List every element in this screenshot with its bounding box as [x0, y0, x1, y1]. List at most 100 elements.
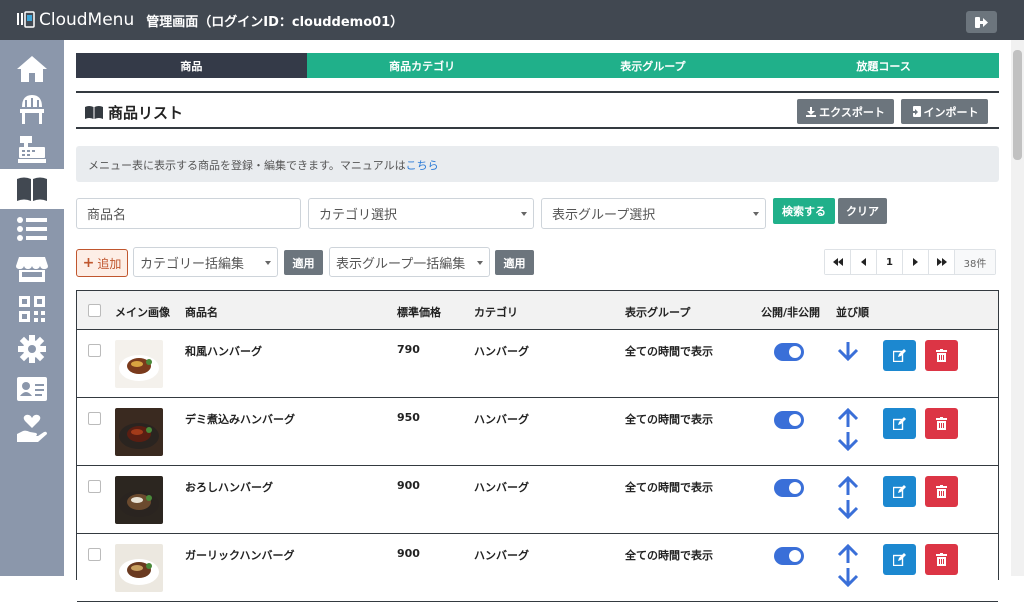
import-button[interactable]: インポート	[901, 99, 988, 124]
page-scrollbar[interactable]	[1011, 40, 1024, 576]
apply-label: 適用	[503, 256, 526, 270]
edit-button[interactable]	[883, 476, 916, 507]
qr-icon	[19, 296, 45, 322]
sidebar-item-seats[interactable]	[0, 89, 64, 129]
tab-product-category[interactable]: 商品カテゴリ	[306, 53, 538, 78]
search-button[interactable]: 検索する	[773, 198, 835, 224]
category-apply-button[interactable]: 適用	[284, 250, 323, 275]
export-button[interactable]: エクスポート	[797, 99, 894, 124]
sidebar-item-qr[interactable]	[0, 289, 64, 329]
public-toggle[interactable]	[774, 547, 804, 565]
arrow-down-icon[interactable]	[837, 341, 859, 362]
add-button[interactable]: + 追加	[76, 249, 128, 277]
public-toggle[interactable]	[774, 411, 804, 429]
sidebar-item-store[interactable]	[0, 249, 64, 289]
product-name: デミ煮込みハンバーグ	[185, 413, 295, 426]
row-checkbox[interactable]	[88, 412, 101, 425]
group-apply-button[interactable]: 適用	[495, 250, 534, 275]
public-toggle[interactable]	[774, 343, 804, 361]
category-select[interactable]: カテゴリ選択	[308, 198, 534, 229]
scrollbar-thumb[interactable]	[1013, 50, 1022, 160]
delete-button[interactable]	[925, 340, 958, 371]
product-group: 全ての時間で表示	[625, 549, 713, 562]
add-label: 追加	[97, 256, 122, 271]
next-page-button[interactable]	[903, 250, 929, 274]
product-name-placeholder: 商品名	[87, 208, 127, 223]
group-bulk-select[interactable]: 表示グループ一括編集	[329, 247, 490, 277]
product-image	[115, 340, 163, 388]
book-icon	[85, 106, 103, 119]
delete-button[interactable]	[925, 476, 958, 507]
pagination: 1 38件	[824, 249, 996, 275]
chevron-down-icon	[477, 261, 483, 265]
tab-display-group[interactable]: 表示グループ	[537, 53, 769, 78]
edit-button[interactable]	[883, 408, 916, 439]
sidebar-item-menu[interactable]	[0, 169, 64, 209]
tab-all-you-can-course[interactable]: 放題コース	[768, 53, 999, 78]
last-page-button[interactable]	[929, 250, 955, 274]
page-title: 商品リスト	[84, 102, 183, 123]
item-count: 38件	[955, 250, 995, 274]
home-icon	[17, 56, 47, 82]
double-left-icon	[832, 258, 843, 266]
product-group: 全ての時間で表示	[625, 413, 713, 426]
arrow-up-icon[interactable]	[837, 475, 859, 496]
trash-icon	[936, 485, 947, 498]
product-image	[115, 408, 163, 456]
arrow-down-icon[interactable]	[837, 431, 859, 452]
book-icon	[17, 177, 47, 201]
import-label: インポート	[923, 105, 979, 119]
row-checkbox[interactable]	[88, 480, 101, 493]
export-label: エクスポート	[819, 105, 885, 119]
product-name: ガーリックハンバーグ	[185, 549, 295, 562]
public-toggle[interactable]	[774, 479, 804, 497]
sidebar-item-list[interactable]	[0, 209, 64, 249]
prev-page-button[interactable]	[851, 250, 877, 274]
arrow-up-icon[interactable]	[837, 543, 859, 564]
header-group: 表示グループ	[625, 306, 691, 319]
chevron-down-icon	[265, 261, 271, 265]
title-bar: 商品リスト エクスポート インポート	[76, 91, 999, 129]
edit-button[interactable]	[883, 340, 916, 371]
chevron-down-icon	[753, 212, 759, 216]
page-title-text: 商品リスト	[108, 104, 184, 122]
tab-products[interactable]: 商品	[76, 53, 307, 78]
arrow-up-icon[interactable]	[837, 407, 859, 428]
table-row: ガーリックハンバーグ 900 ハンバーグ 全ての時間で表示	[77, 534, 998, 602]
logout-button[interactable]	[966, 11, 997, 33]
sidebar-item-home[interactable]	[0, 49, 64, 89]
group-bulk-label: 表示グループ一括編集	[336, 256, 466, 272]
arrow-down-icon[interactable]	[837, 499, 859, 520]
info-box: メニュー表に表示する商品を登録・編集できます。マニュアルはこちら	[76, 146, 999, 182]
sidebar-item-register[interactable]	[0, 129, 64, 169]
edit-icon	[893, 553, 906, 566]
brand-name: CloudMenu	[39, 10, 135, 30]
info-text: メニュー表に表示する商品を登録・編集できます。マニュアルは	[88, 159, 406, 172]
edit-button[interactable]	[883, 544, 916, 575]
header-public: 公開/非公開	[761, 306, 821, 319]
row-checkbox[interactable]	[88, 344, 101, 357]
sidebar-item-staff[interactable]	[0, 369, 64, 409]
manual-link[interactable]: こちら	[406, 159, 439, 172]
row-checkbox[interactable]	[88, 548, 101, 561]
trash-icon	[936, 417, 947, 430]
category-bulk-select[interactable]: カテゴリー括編集	[133, 247, 278, 277]
product-image	[115, 476, 163, 524]
product-name-input[interactable]: 商品名	[76, 198, 301, 229]
delete-button[interactable]	[925, 408, 958, 439]
brand[interactable]: CloudMenu	[16, 10, 134, 30]
apply-label: 適用	[292, 256, 315, 270]
product-category: ハンバーグ	[474, 345, 529, 358]
chevron-right-icon	[913, 258, 918, 266]
clear-button[interactable]: クリア	[838, 198, 887, 224]
chevron-down-icon	[521, 212, 527, 216]
sidebar-item-hospitality[interactable]	[0, 409, 64, 449]
sidebar-item-settings[interactable]	[0, 329, 64, 369]
select-all-checkbox[interactable]	[88, 304, 101, 317]
first-page-button[interactable]	[825, 250, 851, 274]
current-page[interactable]: 1	[877, 250, 903, 274]
delete-button[interactable]	[925, 544, 958, 575]
product-category: ハンバーグ	[474, 549, 529, 562]
display-group-select[interactable]: 表示グループ選択	[541, 198, 766, 229]
arrow-down-icon[interactable]	[837, 567, 859, 588]
